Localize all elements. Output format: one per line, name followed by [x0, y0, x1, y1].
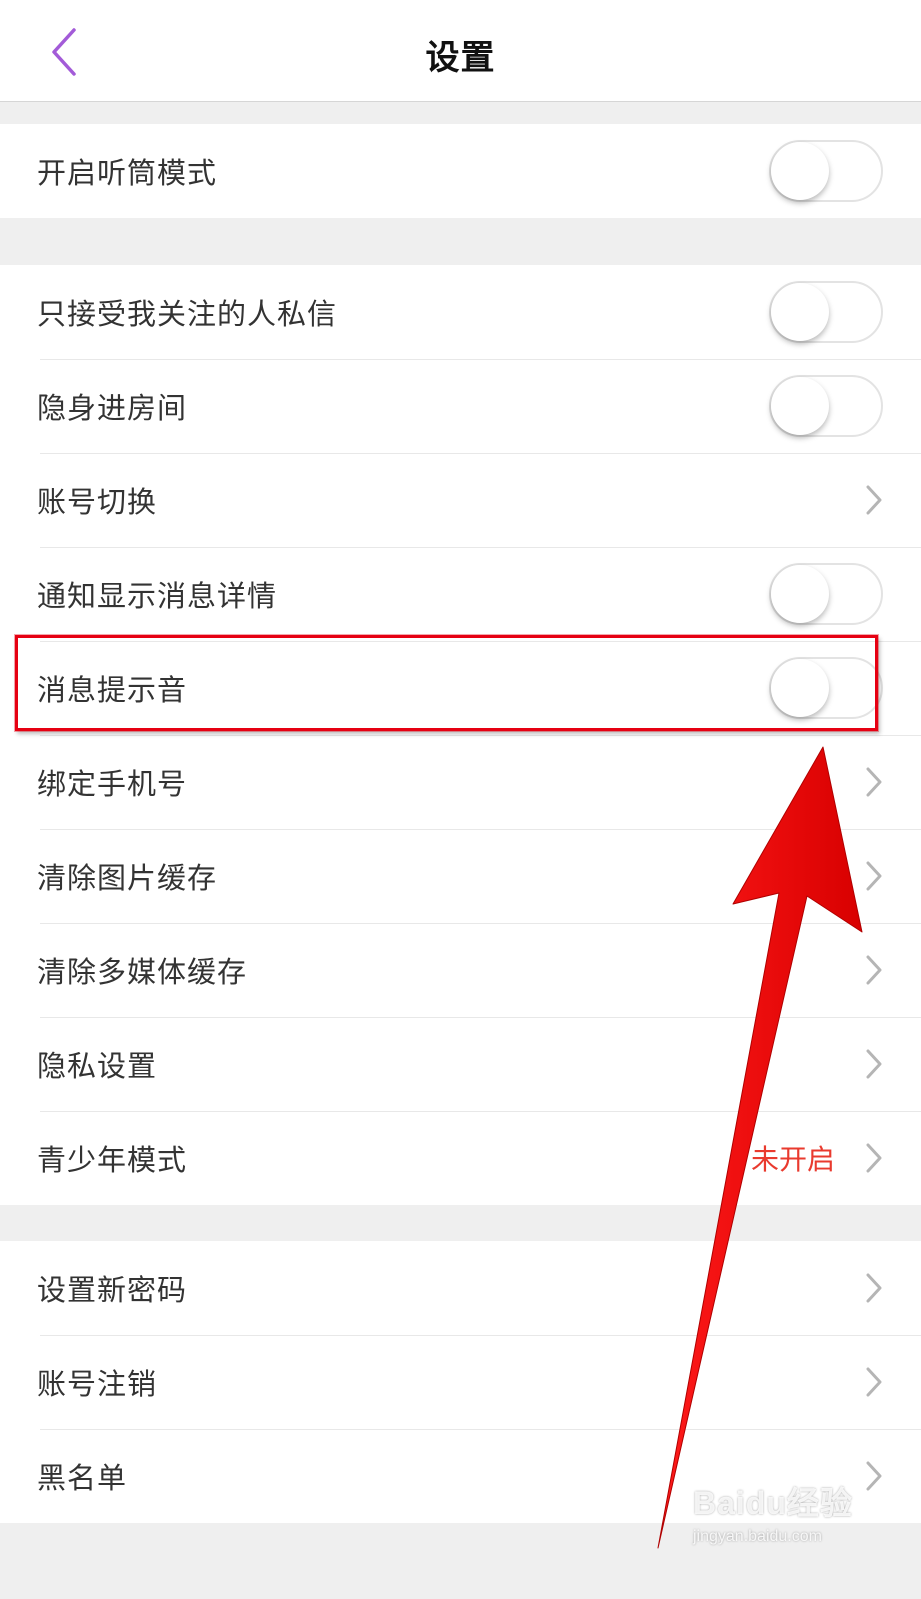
teen-mode-status: 未开启 [750, 1143, 835, 1176]
page-title: 设置 [425, 38, 496, 78]
chevron-right-icon [866, 1273, 882, 1303]
row-label: 绑定手机号 [37, 767, 188, 801]
followed-only-dm-toggle[interactable] [769, 281, 883, 343]
row-label: 设置新密码 [37, 1273, 188, 1307]
row-label: 消息提示音 [37, 673, 188, 707]
watermark-url: jingyan.baidu.com [693, 1528, 822, 1545]
invisible-enter-toggle[interactable] [769, 375, 883, 437]
settings-group-2: 只接受我关注的人私信 隐身进房间 账号切换 通知显示消息详情 消息提示音 绑定手… [0, 265, 921, 1205]
nav-bar: 设置 [0, 0, 921, 102]
row-followed-only-dm[interactable]: 只接受我关注的人私信 [0, 265, 921, 359]
earpiece-mode-toggle[interactable] [769, 140, 883, 202]
notification-details-toggle[interactable] [769, 563, 883, 625]
row-clear-media-cache[interactable]: 清除多媒体缓存 [0, 923, 921, 1017]
chevron-right-icon [866, 1049, 882, 1079]
row-delete-account[interactable]: 账号注销 [0, 1335, 921, 1429]
message-sound-toggle[interactable] [769, 657, 883, 719]
row-switch-account[interactable]: 账号切换 [0, 453, 921, 547]
row-message-sound[interactable]: 消息提示音 [0, 641, 921, 735]
settings-group-1: 开启听筒模式 [0, 124, 921, 218]
row-earpiece-mode[interactable]: 开启听筒模式 [0, 124, 921, 218]
row-privacy-settings[interactable]: 隐私设置 [0, 1017, 921, 1111]
chevron-right-icon [866, 861, 882, 891]
row-label: 隐身进房间 [37, 391, 188, 425]
chevron-right-icon [866, 485, 882, 515]
chevron-right-icon [866, 767, 882, 797]
row-label: 黑名单 [37, 1461, 128, 1495]
chevron-right-icon [866, 955, 882, 985]
row-label: 账号切换 [37, 485, 158, 519]
row-label: 隐私设置 [37, 1049, 158, 1083]
row-invisible-enter[interactable]: 隐身进房间 [0, 359, 921, 453]
row-label: 开启听筒模式 [37, 156, 218, 190]
row-clear-image-cache[interactable]: 清除图片缓存 [0, 829, 921, 923]
row-label: 清除多媒体缓存 [37, 955, 248, 989]
row-label: 青少年模式 [37, 1143, 188, 1177]
row-teen-mode[interactable]: 青少年模式 未开启 [0, 1111, 921, 1205]
row-bind-phone[interactable]: 绑定手机号 [0, 735, 921, 829]
row-set-new-password[interactable]: 设置新密码 [0, 1241, 921, 1335]
row-notification-details[interactable]: 通知显示消息详情 [0, 547, 921, 641]
row-label: 只接受我关注的人私信 [37, 297, 338, 331]
watermark-logo: Baidu经验 [693, 1485, 853, 1521]
baidu-watermark: Baidu经验 jingyan.baidu.com [693, 1478, 883, 1558]
row-label: 账号注销 [37, 1367, 158, 1401]
chevron-right-icon [866, 1143, 882, 1173]
row-label: 清除图片缓存 [37, 861, 218, 895]
row-label: 通知显示消息详情 [37, 579, 278, 613]
chevron-right-icon [866, 1367, 882, 1397]
